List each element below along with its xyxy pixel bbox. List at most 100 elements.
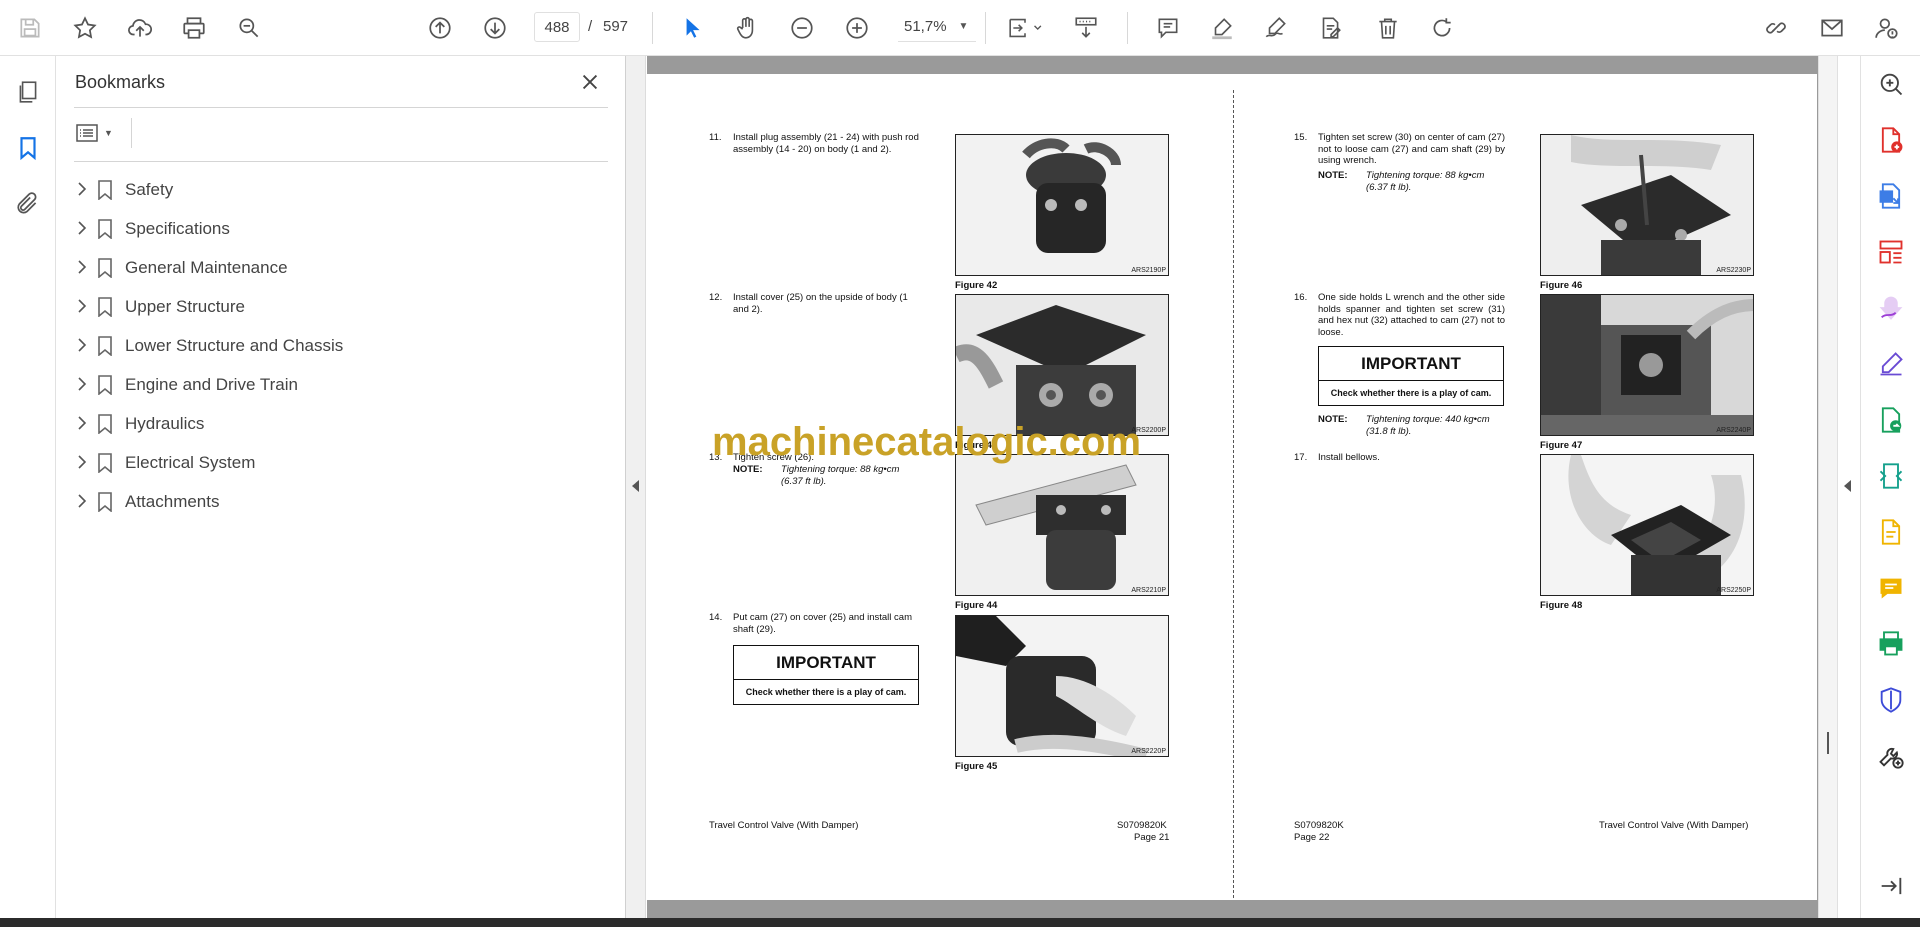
right-tools-rail: [1860, 56, 1920, 918]
comment-tool-icon[interactable]: [1873, 570, 1909, 606]
bookmark-list: Safety Specifications General Maintenanc…: [56, 170, 626, 521]
bookmark-item-specifications[interactable]: Specifications: [56, 209, 626, 248]
chevron-right-icon[interactable]: [72, 335, 92, 355]
bookmarks-title: Bookmarks: [75, 72, 166, 92]
figure-image: ARS2220P: [955, 615, 1169, 757]
collapse-left-panel[interactable]: [626, 56, 646, 918]
taskbar-strip: [0, 918, 1920, 927]
more-tools-icon[interactable]: [1873, 738, 1909, 774]
chevron-right-icon[interactable]: [72, 257, 92, 277]
bookmark-item-lower-structure[interactable]: Lower Structure and Chassis: [56, 326, 626, 365]
page-thumbnails-icon[interactable]: [10, 74, 46, 110]
figure-image: ARS2230P: [1540, 134, 1754, 276]
chevron-right-icon[interactable]: [72, 374, 92, 394]
page-number-input[interactable]: [534, 12, 580, 42]
prev-page-icon[interactable]: [422, 10, 458, 46]
create-pdf-icon[interactable]: [1873, 122, 1909, 158]
bookmark-icon: [94, 295, 116, 319]
bookmarks-icon[interactable]: [10, 130, 46, 166]
rotate-icon[interactable]: [1424, 10, 1460, 46]
collapse-arrow-icon[interactable]: [632, 480, 639, 492]
page-separator: /: [588, 18, 593, 35]
chevron-right-icon[interactable]: [72, 218, 92, 238]
bookmarks-panel: Bookmarks ▼ Safety Specifications Genera…: [56, 56, 626, 918]
highlight-icon[interactable]: [1204, 10, 1240, 46]
comment-icon[interactable]: [1150, 10, 1186, 46]
toolbar-divider: [985, 12, 986, 44]
bookmark-item-hydraulics[interactable]: Hydraulics: [56, 404, 626, 443]
note-label: NOTE:: [1318, 170, 1348, 181]
step-text: One side holds L wrench and the other si…: [1318, 292, 1505, 338]
zoom-out-icon[interactable]: [784, 10, 820, 46]
bookmark-item-general-maintenance[interactable]: General Maintenance: [56, 248, 626, 287]
select-cursor-icon[interactable]: [674, 10, 710, 46]
figure-code: ARS2250P: [1716, 587, 1751, 594]
chevron-right-icon[interactable]: [72, 179, 92, 199]
chevron-right-icon[interactable]: [72, 296, 92, 316]
left-nav-rail: [0, 56, 56, 918]
bookmark-item-engine[interactable]: Engine and Drive Train: [56, 365, 626, 404]
expand-panel-icon[interactable]: [1873, 868, 1909, 904]
next-page-icon[interactable]: [477, 10, 513, 46]
list-options-icon: [76, 124, 98, 142]
bookmark-item-electrical[interactable]: Electrical System: [56, 443, 626, 482]
scrollbar-thumb[interactable]: [1827, 732, 1829, 754]
bookmark-item-attachments[interactable]: Attachments: [56, 482, 626, 521]
zoom-in-icon[interactable]: [839, 10, 875, 46]
figure-code: ARS2190P: [1131, 267, 1166, 274]
compress-pdf-icon[interactable]: [1873, 458, 1909, 494]
print-production-icon[interactable]: [1873, 626, 1909, 662]
vertical-scrollbar[interactable]: [1818, 56, 1838, 918]
save-icon[interactable]: [12, 10, 48, 46]
step-text: Put cam (27) on cover (25) and install c…: [733, 612, 912, 635]
share-link-icon[interactable]: [1758, 10, 1794, 46]
valve-photo-image: [956, 135, 1168, 275]
toolbar-divider: [1127, 12, 1128, 44]
print-icon[interactable]: [176, 10, 212, 46]
upload-icon[interactable]: [122, 10, 158, 46]
attachments-icon[interactable]: [10, 186, 46, 222]
fill-sign-icon[interactable]: [1312, 10, 1348, 46]
document-icon[interactable]: [1873, 514, 1909, 550]
bookmark-star-icon[interactable]: [67, 10, 103, 46]
sign-icon[interactable]: [1258, 10, 1294, 46]
important-heading: IMPORTANT: [734, 646, 918, 680]
delete-icon[interactable]: [1370, 10, 1406, 46]
edit-pdf-icon[interactable]: [1873, 346, 1909, 382]
bookmark-label: Lower Structure and Chassis: [125, 336, 344, 355]
protect-icon[interactable]: [1873, 682, 1909, 718]
bookmark-label: Specifications: [125, 219, 230, 238]
expand-arrow-icon[interactable]: [1844, 480, 1851, 492]
right-collapse-area: [1818, 56, 1860, 918]
bookmark-item-upper-structure[interactable]: Upper Structure: [56, 287, 626, 326]
chevron-right-icon[interactable]: [72, 491, 92, 511]
chevron-right-icon[interactable]: [72, 413, 92, 433]
zoom-dropdown[interactable]: 51,7% ▼: [898, 12, 976, 42]
step-number: 11.: [709, 132, 722, 143]
bookmark-item-safety[interactable]: Safety: [56, 170, 626, 209]
document-viewport[interactable]: 11. Install plug assembly (21 - 24) with…: [647, 56, 1818, 918]
close-icon[interactable]: [576, 68, 604, 96]
important-callout: IMPORTANT Check whether there is a play …: [733, 645, 919, 705]
document-spread: 11. Install plug assembly (21 - 24) with…: [647, 74, 1817, 900]
scroll-mode-icon[interactable]: [1068, 10, 1104, 46]
zoom-search-icon[interactable]: [1873, 66, 1909, 102]
fill-sign-tool-icon[interactable]: [1873, 290, 1909, 326]
step-number: 12.: [709, 292, 723, 303]
figure-code: ARS2220P: [1131, 748, 1166, 755]
convert-pdf-icon[interactable]: [1873, 402, 1909, 438]
step-text: Tighten set screw (30) on center of cam …: [1318, 132, 1505, 166]
footer-page: Page 22: [1294, 832, 1330, 843]
organize-pages-icon[interactable]: [1873, 234, 1909, 270]
hand-tool-icon[interactable]: [729, 10, 765, 46]
find-icon[interactable]: [231, 10, 267, 46]
important-callout: IMPORTANT Check whether there is a play …: [1318, 346, 1504, 406]
fit-page-icon[interactable]: [1000, 10, 1050, 46]
email-icon[interactable]: [1814, 10, 1850, 46]
export-pdf-icon[interactable]: [1873, 178, 1909, 214]
bookmark-options-button[interactable]: ▼: [74, 118, 120, 148]
step-number: 16.: [1294, 292, 1308, 303]
account-icon[interactable]: [1869, 10, 1905, 46]
chevron-right-icon[interactable]: [72, 452, 92, 472]
figure-image: ARS2190P: [955, 134, 1169, 276]
